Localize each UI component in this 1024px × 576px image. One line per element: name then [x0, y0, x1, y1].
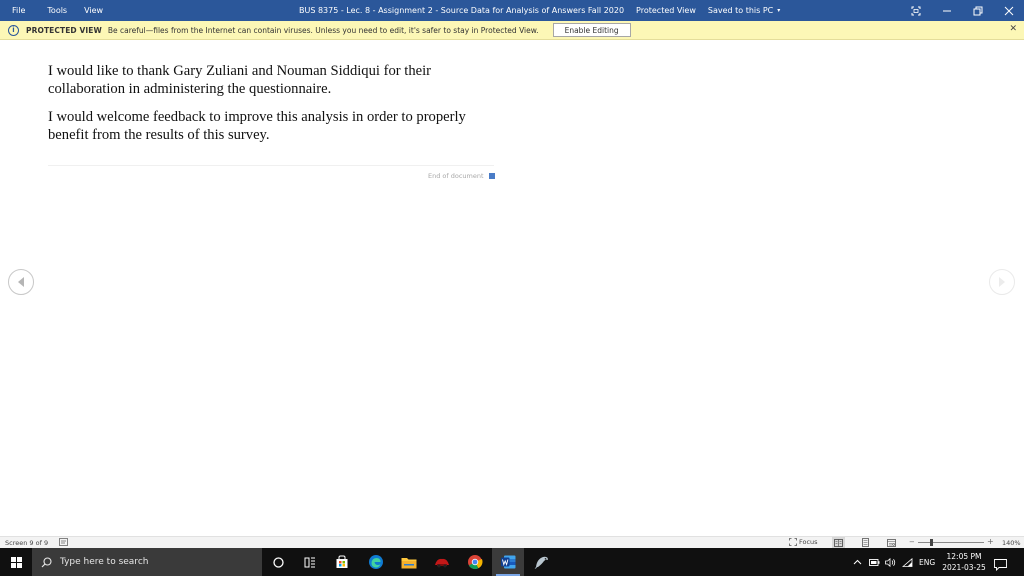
track-changes-icon[interactable]	[59, 538, 68, 546]
taskbar: Type here to search ENG 12:05 PM 2021-03…	[0, 548, 1024, 576]
zoom-level[interactable]: 140%	[1002, 539, 1021, 547]
print-layout-icon	[862, 538, 869, 547]
search-placeholder: Type here to search	[60, 557, 149, 567]
document-title: BUS 8375 - Lec. 8 - Assignment 2 - Sourc…	[299, 6, 625, 15]
web-layout-button[interactable]	[885, 537, 898, 548]
task-view-icon	[304, 557, 315, 567]
wifi-icon	[902, 557, 913, 567]
next-screen-button[interactable]	[989, 269, 1015, 295]
paragraph: I would like to thank Gary Zuliani and N…	[48, 63, 432, 97]
chrome-icon	[468, 555, 483, 570]
wifi-button[interactable]	[902, 548, 913, 576]
shield-info-icon: i	[8, 24, 19, 36]
zoom-out-button[interactable]: −	[909, 538, 915, 546]
menu-file[interactable]: File	[12, 0, 25, 21]
file-explorer-button[interactable]	[393, 548, 425, 576]
folder-icon	[401, 557, 417, 568]
notification-icon	[994, 559, 1007, 572]
red-app-button[interactable]	[426, 548, 458, 576]
close-message-bar-icon[interactable]: ✕	[1009, 24, 1017, 34]
full-screen-icon	[911, 6, 920, 15]
edge-browser-button[interactable]	[360, 548, 392, 576]
search-icon	[41, 556, 52, 567]
speaker-icon	[885, 557, 896, 567]
clock-date: 2021-03-25	[942, 563, 986, 572]
show-hidden-icons-button[interactable]	[853, 548, 862, 576]
menu-view[interactable]: View	[84, 0, 103, 21]
full-screen-button[interactable]	[900, 0, 931, 21]
chrome-browser-button[interactable]	[459, 548, 491, 576]
battery-status-icon[interactable]	[869, 548, 880, 576]
microsoft-store-button[interactable]	[326, 548, 358, 576]
protected-view-message: Be careful—files from the Internet can c…	[107, 25, 539, 35]
zoom-in-button[interactable]: +	[987, 537, 994, 546]
status-bar: Screen 9 of 9 Focus − + 140%	[0, 536, 1024, 548]
start-button[interactable]	[0, 548, 32, 576]
zoom-slider-thumb[interactable]	[929, 539, 933, 546]
restore-button[interactable]	[962, 0, 993, 21]
window-title: BUS 8375 - Lec. 8 - Assignment 2 - Sourc…	[299, 0, 780, 21]
volume-button[interactable]	[885, 548, 896, 576]
close-button[interactable]	[993, 0, 1024, 21]
view-mode: Protected View	[636, 6, 696, 15]
word-icon	[500, 555, 515, 569]
save-status[interactable]: Saved to this PC ▾	[708, 6, 780, 15]
end-marker-icon	[488, 173, 495, 179]
chevron-down-icon: ▾	[777, 7, 781, 14]
end-of-document: End of document	[428, 172, 495, 180]
edge-icon	[369, 555, 383, 569]
title-bar: File Tools View BUS 8375 - Lec. 8 - Assi…	[0, 0, 1024, 21]
arrow-left-icon	[18, 277, 24, 287]
zoom-slider[interactable]	[918, 542, 984, 543]
store-bag-icon	[336, 555, 348, 568]
word-taskbar-button[interactable]	[492, 548, 524, 576]
previous-screen-button[interactable]	[8, 269, 34, 295]
protected-view-bar: i PROTECTED VIEW Be careful—files from t…	[0, 21, 1024, 40]
minimize-button[interactable]	[931, 0, 962, 21]
red-app-icon	[435, 558, 449, 568]
restore-icon	[973, 6, 982, 15]
document-area[interactable]: I would like to thank Gary Zuliani and N…	[0, 40, 1024, 536]
parrot-app-button[interactable]	[526, 548, 558, 576]
web-layout-icon	[887, 538, 896, 547]
page-divider	[48, 165, 494, 166]
windows-logo-icon	[10, 556, 22, 568]
cortana-circle-icon	[272, 556, 284, 568]
window-controls	[900, 0, 1024, 21]
taskbar-search-box[interactable]: Type here to search	[32, 548, 262, 576]
protected-view-title: PROTECTED VIEW	[26, 25, 102, 35]
input-language[interactable]: ENG	[919, 548, 935, 576]
clock-time: 12:05 PM	[946, 552, 982, 561]
document-body: I would like to thank Gary Zuliani and N…	[48, 62, 498, 154]
read-mode-button[interactable]	[832, 537, 845, 548]
print-layout-button[interactable]	[859, 537, 872, 548]
focus-button[interactable]: Focus	[789, 538, 818, 546]
focus-label: Focus	[799, 538, 818, 546]
parrot-app-icon	[534, 556, 548, 569]
enable-editing-button[interactable]: Enable Editing	[552, 23, 631, 37]
task-view-button[interactable]	[294, 548, 326, 576]
action-center-button[interactable]	[994, 556, 1007, 575]
screen-count[interactable]: Screen 9 of 9	[5, 539, 48, 547]
chevron-up-icon	[853, 559, 862, 565]
close-icon	[1004, 6, 1013, 15]
save-status-label: Saved to this PC	[707, 6, 774, 15]
read-mode-icon	[834, 538, 843, 547]
end-of-document-label: End of document	[428, 172, 484, 180]
battery-icon	[869, 558, 880, 566]
paragraph: I would welcome feedback to improve this…	[48, 109, 466, 143]
menu-tools[interactable]: Tools	[47, 0, 67, 21]
arrow-right-icon	[999, 277, 1005, 287]
focus-icon	[789, 538, 797, 546]
minimize-icon	[942, 10, 951, 11]
cortana-button[interactable]	[262, 548, 294, 576]
clock[interactable]: 12:05 PM 2021-03-25	[942, 551, 986, 573]
